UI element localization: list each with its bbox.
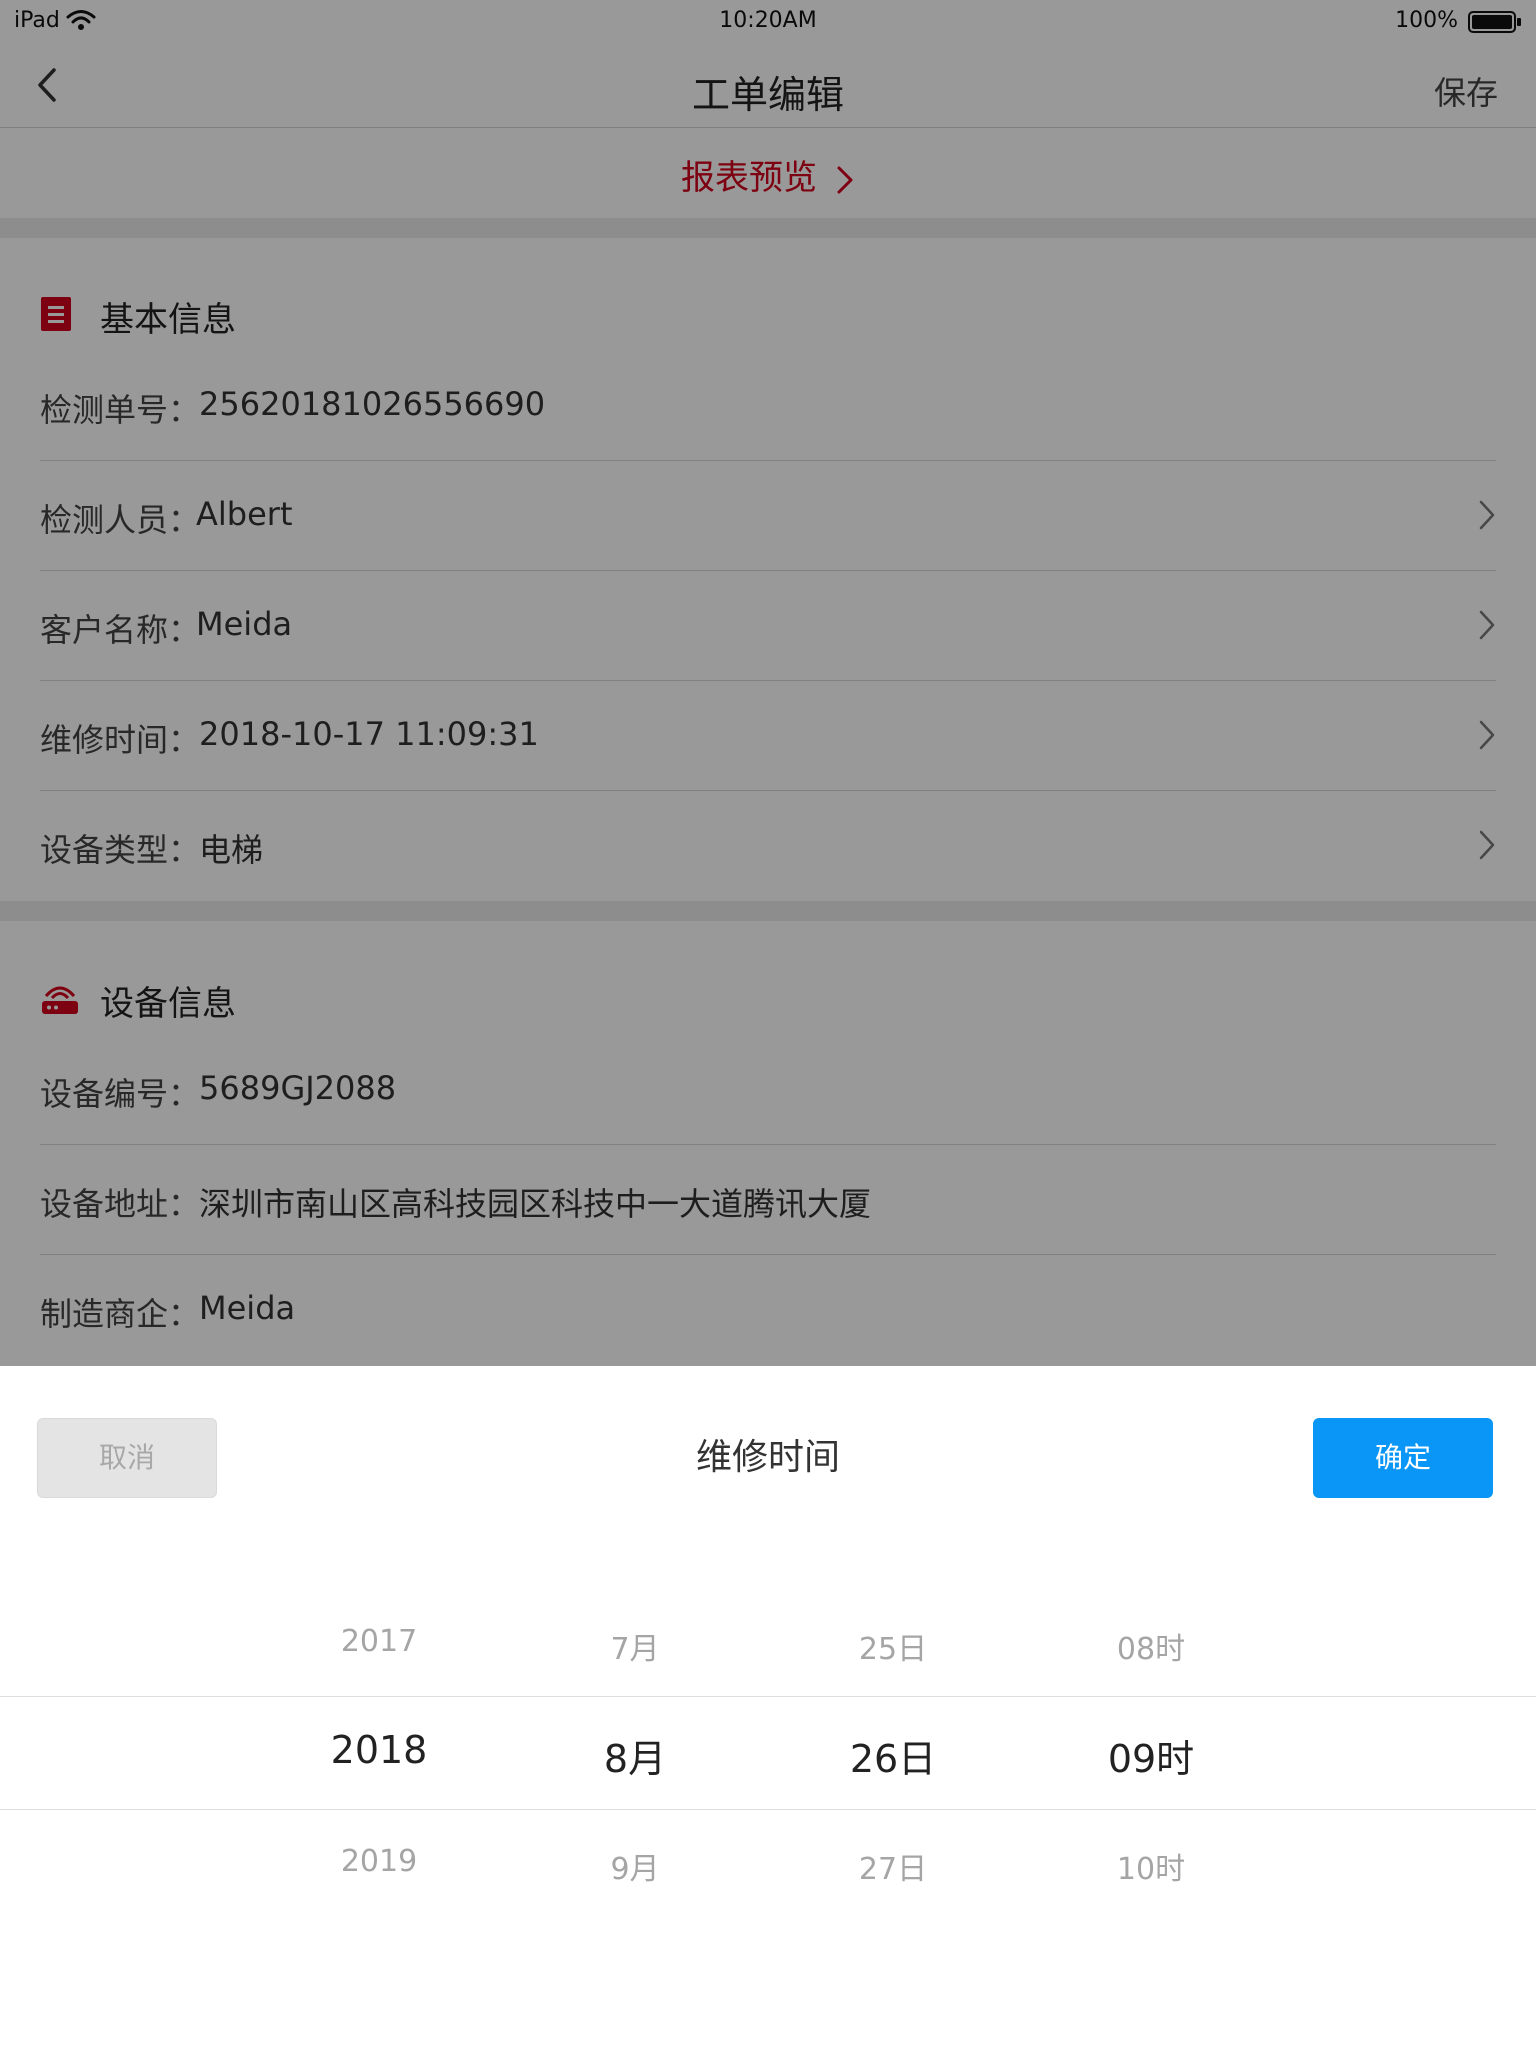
picker-year-next[interactable]: 2019 (259, 1844, 499, 1879)
date-picker-sheet: 取消 维修时间 确定 2017 2018 2019 7月 8月 9月 25日 2… (0, 1366, 1536, 2048)
picker-selection-line-top (0, 1696, 1536, 1697)
picker-year-selected[interactable]: 2018 (259, 1728, 499, 1772)
picker-month-next[interactable]: 9月 (515, 1844, 755, 1888)
picker-year-prev[interactable]: 2017 (259, 1624, 499, 1659)
modal-overlay[interactable] (0, 0, 1536, 1366)
picker-hour-next[interactable]: 10时 (1031, 1844, 1271, 1888)
picker-day-next[interactable]: 27日 (773, 1844, 1013, 1888)
picker-month-prev[interactable]: 7月 (515, 1624, 755, 1668)
picker-day-prev[interactable]: 25日 (773, 1624, 1013, 1668)
picker-day-selected[interactable]: 26日 (773, 1728, 1013, 1783)
confirm-button[interactable]: 确定 (1313, 1418, 1493, 1498)
picker-month-selected[interactable]: 8月 (515, 1728, 755, 1783)
picker-hour-prev[interactable]: 08时 (1031, 1624, 1271, 1668)
picker-hour-selected[interactable]: 09时 (1031, 1728, 1271, 1783)
picker-selection-line-bottom (0, 1809, 1536, 1810)
picker-title: 维修时间 (695, 1437, 840, 1478)
